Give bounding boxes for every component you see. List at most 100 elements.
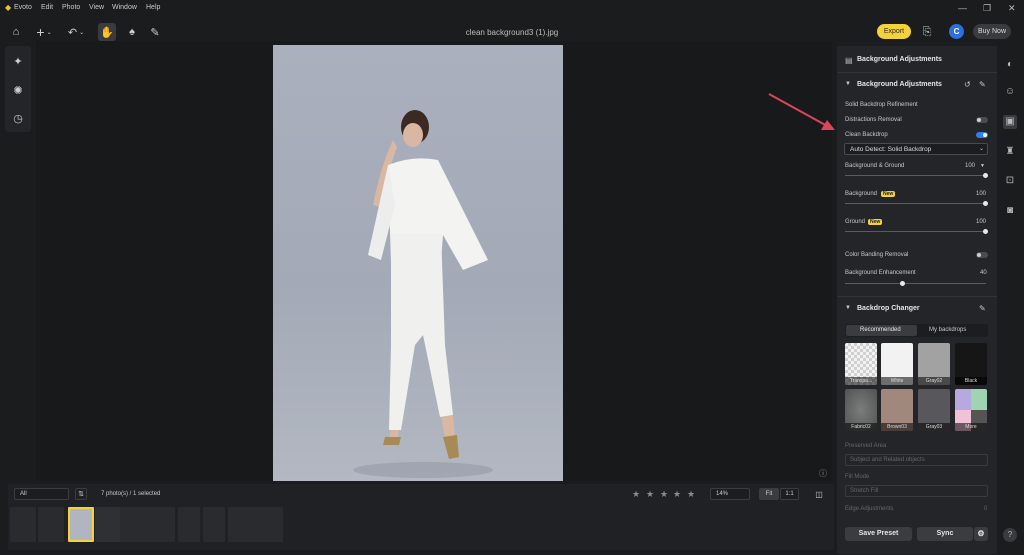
ground-slider[interactable] [845,231,986,232]
swatch-fabric02[interactable]: Fabric02 [845,389,877,431]
thumbnail-7[interactable] [203,507,225,542]
close-icon[interactable]: ✕ [1008,3,1016,14]
menu-edit[interactable]: Edit [41,4,53,11]
filter-select[interactable]: All [14,488,69,500]
fill-mode-select[interactable]: Stretch Fill [845,485,988,497]
tab-recommended-label: Recommended [860,327,901,333]
annotation-arrow [768,93,835,130]
fit-button[interactable]: Fit [759,488,779,500]
swatch-more[interactable]: More [955,389,987,431]
thumbnail-selected[interactable] [68,507,94,542]
zoom-select[interactable]: 14% [710,488,750,500]
buy-now-button[interactable]: Buy Now [973,24,1011,39]
history-icon[interactable]: ◷ [11,111,25,125]
background-value: 100 [976,191,987,197]
restore-icon[interactable]: ❐ [983,3,991,14]
ground-value: 100 [976,219,987,225]
preserved-value: Subject and Related objects [850,457,925,463]
thumbnail-5[interactable] [120,507,175,542]
section-backdrop-changer[interactable]: Backdrop Changer [857,305,920,312]
thumbnail-2[interactable] [38,507,64,542]
panel-header: Background Adjustments [857,56,942,63]
preserved-select[interactable]: Subject and Related objects [845,454,988,466]
preserved-area-label: Preserved Area [845,443,887,449]
detect-value: Auto Detect: Solid Backdrop [850,146,932,153]
thumbnail-1[interactable] [10,507,36,542]
auto-adjust-icon[interactable]: ✦ [11,54,25,68]
background-label: Background [845,191,878,197]
palette-icon[interactable]: ◐ [1003,58,1017,72]
background-tool-icon[interactable]: ▣ [1003,115,1017,129]
clean-backdrop-toggle[interactable] [976,132,988,138]
help-icon[interactable]: ? [1003,528,1017,542]
thumbnail-8[interactable] [228,507,283,542]
swatch-brown03[interactable]: Brown03 [881,389,913,431]
ground-knob[interactable] [983,229,988,234]
bg-ground-knob[interactable] [983,173,988,178]
sort-icon[interactable]: ⇅ [75,488,87,500]
star-5-icon[interactable]: ★ [687,489,695,500]
new-badge: New [881,191,896,197]
thumbnail-4[interactable] [95,507,121,542]
star-1-icon[interactable]: ★ [632,489,640,500]
star-4-icon[interactable]: ★ [673,489,681,500]
model-figure [353,110,493,478]
collapse-icon[interactable]: ▼ [845,81,851,87]
swatch-white[interactable]: White [881,343,913,385]
export-button[interactable]: Export [877,24,911,39]
clean-backdrop-label: Clean Backdrop [845,132,888,138]
background-slider[interactable] [845,203,986,204]
info-icon[interactable]: ⓘ [818,468,828,478]
fill-value: Stretch Fill [850,488,879,494]
sync-settings-icon[interactable]: ⚙ [974,527,988,541]
bg-enhance-slider[interactable] [845,283,986,284]
crop-icon[interactable]: ⊡ [1003,174,1017,188]
menu-help[interactable]: Help [146,4,160,11]
edit-icon[interactable]: ✎ [979,304,986,313]
settings-gear-icon[interactable]: ✺ [11,83,25,97]
menu-photo[interactable]: Photo [62,4,80,11]
distractions-label: Distractions Removal [845,117,902,123]
save-preset-button[interactable]: Save Preset [845,527,912,541]
swatch-gray03[interactable]: Gray03 [918,389,950,431]
detect-select[interactable]: Auto Detect: Solid Backdrop ⌄ [844,143,988,155]
photo-preview[interactable] [273,45,563,481]
edge-adjust-label: Edge Adjustments [845,506,894,512]
star-2-icon[interactable]: ★ [646,489,654,500]
clothing-icon[interactable]: ♜ [1003,145,1017,159]
edit-icon[interactable]: ✎ [979,80,986,89]
edge-value: 0 [984,506,988,512]
panel-icon: ▤ [845,56,853,65]
bg-ground-slider[interactable] [845,175,986,176]
thumbnail-6[interactable] [178,507,200,542]
menu-app[interactable]: Evoto [14,4,32,11]
expand-icon[interactable]: ▼ [980,163,985,169]
distractions-toggle[interactable] [976,117,988,123]
one-to-one-button[interactable]: 1:1 [780,488,799,500]
reset-icon[interactable]: ↺ [964,80,971,89]
color-banding-toggle[interactable] [976,252,988,258]
section-bg-adjust[interactable]: Background Adjustments [857,81,942,88]
compare-icon[interactable]: ◫ [813,488,825,500]
menu-view[interactable]: View [89,4,104,11]
menu-bar: ◆ Evoto Edit Photo View Window Help — ❐ … [0,0,1024,17]
swatch-gray02[interactable]: Gray02 [918,343,950,385]
swatch-transparent[interactable]: Transpa... [845,343,877,385]
portrait-icon[interactable]: ☺ [1003,85,1017,99]
batch-export-icon[interactable]: ⎘ [920,25,934,39]
sync-button[interactable]: Sync [917,527,973,541]
avatar[interactable]: C [949,24,964,39]
divider [837,296,997,297]
app-logo-icon: ◆ [5,3,12,12]
swatch-black[interactable]: Black [955,343,987,385]
minimize-icon[interactable]: — [958,3,967,13]
tab-recommended[interactable]: Recommended [846,325,917,336]
divider [837,72,997,73]
star-3-icon[interactable]: ★ [660,489,668,500]
tab-my-backdrops[interactable]: My backdrops [929,327,966,333]
menu-window[interactable]: Window [112,4,137,11]
camera-icon[interactable]: ◙ [1003,204,1017,218]
collapse-icon[interactable]: ▼ [845,305,851,311]
background-knob[interactable] [983,201,988,206]
bg-enhance-knob[interactable] [900,281,905,286]
